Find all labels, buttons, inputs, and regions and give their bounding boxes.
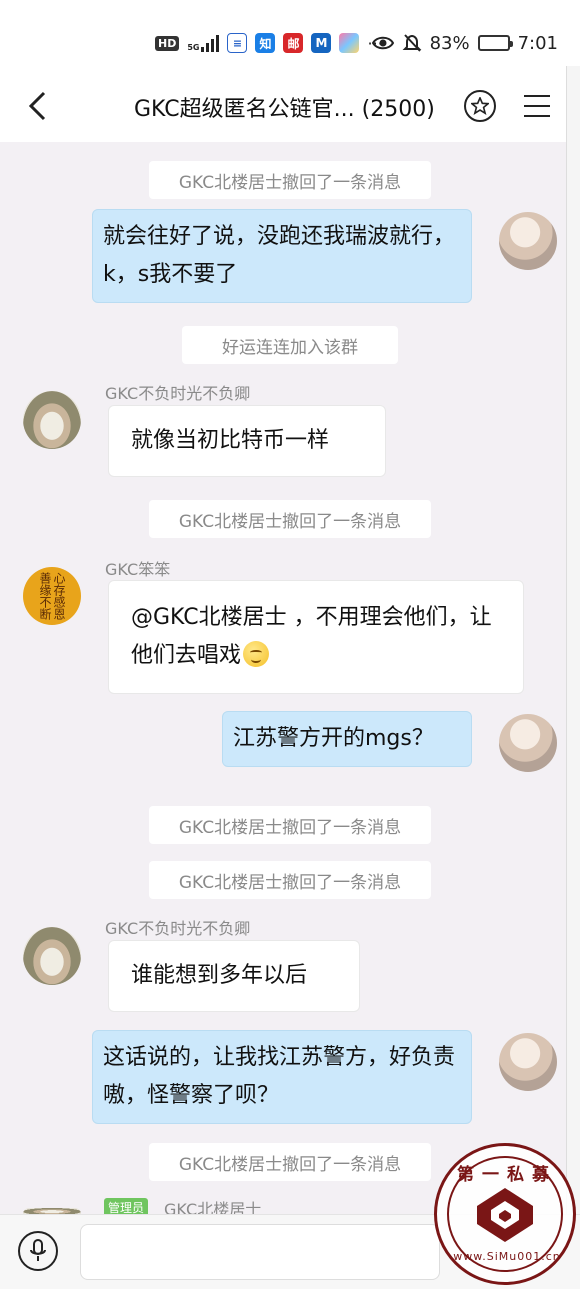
message-input[interactable] xyxy=(80,1224,440,1280)
system-message: GKC北楼居士撤回了一条消息 xyxy=(149,1143,431,1181)
system-message: GKC北楼居士撤回了一条消息 xyxy=(149,806,431,844)
m-app-icon: M xyxy=(311,33,332,53)
hd-icon: HD xyxy=(155,35,180,51)
zhi-app-icon: 知 xyxy=(255,33,276,53)
member-count: (2500) xyxy=(361,97,435,122)
system-message: GKC北楼居士撤回了一条消息 xyxy=(149,500,431,538)
flower-app-icon xyxy=(339,33,360,53)
incoming-message[interactable]: 就像当初比特币一样 xyxy=(108,405,386,477)
voice-button[interactable] xyxy=(18,1231,58,1271)
clock: 7:01 xyxy=(517,32,558,54)
chevron-left-icon xyxy=(28,91,46,121)
outgoing-message[interactable]: 就会往好了说，没跑还我瑞波就行，k，s我不要了 xyxy=(92,209,472,303)
member-avatar[interactable] xyxy=(23,391,81,449)
equalizer-app-icon: ≡ xyxy=(227,33,248,53)
cell-signal-icon: 5G xyxy=(187,34,220,52)
post-app-icon: 邮 xyxy=(283,33,304,53)
watermark-logo-icon xyxy=(477,1188,533,1242)
system-message: GKC北楼居士撤回了一条消息 xyxy=(149,861,431,899)
group-title: GKC超级匿名公链官... (2500) xyxy=(134,91,435,123)
chat-header: GKC超级匿名公链官... (2500) xyxy=(0,70,580,142)
system-message: 好运连连加入该群 xyxy=(182,326,398,364)
battery-icon xyxy=(477,35,513,51)
eye-icon xyxy=(371,36,394,50)
microphone-icon xyxy=(30,1239,46,1261)
sender-name: GKC笨笨 xyxy=(105,560,171,579)
watermark-bottom-text: www.SiMu001.cn xyxy=(453,1250,561,1263)
favorite-button[interactable] xyxy=(464,90,496,122)
self-avatar[interactable] xyxy=(499,1033,557,1091)
side-panel-edge xyxy=(566,66,580,1226)
menu-line xyxy=(524,105,550,107)
member-avatar[interactable]: 心存感恩善缘不断 xyxy=(23,567,81,625)
menu-line xyxy=(524,95,550,97)
outgoing-message[interactable]: 这话说的，让我找江苏警方，好负责嗷，怪警察了呗？ xyxy=(92,1030,472,1124)
mute-bell-icon xyxy=(402,34,421,52)
incoming-message[interactable]: 谁能想到多年以后 xyxy=(108,940,360,1012)
self-avatar[interactable] xyxy=(499,212,557,270)
watermark-seal: 第一私募 www.SiMu001.cn xyxy=(434,1143,576,1285)
battery-percent: 83% xyxy=(429,32,470,54)
group-name: GKC超级匿名公链官... xyxy=(134,97,355,122)
system-message: GKC北楼居士撤回了一条消息 xyxy=(149,161,431,199)
outgoing-message[interactable]: 江苏警方开的mgs？ xyxy=(222,711,472,767)
sender-name: GKC不负时光不负卿 xyxy=(105,919,251,938)
5g-label: 5G xyxy=(187,43,200,52)
menu-line xyxy=(524,115,550,117)
menu-button[interactable] xyxy=(524,92,552,120)
self-avatar[interactable] xyxy=(499,714,557,772)
smiley-emoji-icon xyxy=(243,641,270,667)
status-right-icons: 83% 7:01 xyxy=(371,30,558,56)
member-avatar[interactable] xyxy=(23,927,81,985)
back-button[interactable] xyxy=(18,84,58,128)
sender-name: GKC不负时光不负卿 xyxy=(105,384,251,403)
star-icon xyxy=(471,97,489,115)
status-left-icons: HD 5G ≡ 知 邮 M ··· xyxy=(155,32,383,54)
watermark-top-text: 第一私募 xyxy=(457,1165,557,1185)
incoming-message[interactable]: @GKC北楼居士 ，不用理会他们，让他们去唱戏 xyxy=(108,580,524,694)
message-text: @GKC北楼居士 ，不用理会他们，让他们去唱戏 xyxy=(131,605,492,668)
